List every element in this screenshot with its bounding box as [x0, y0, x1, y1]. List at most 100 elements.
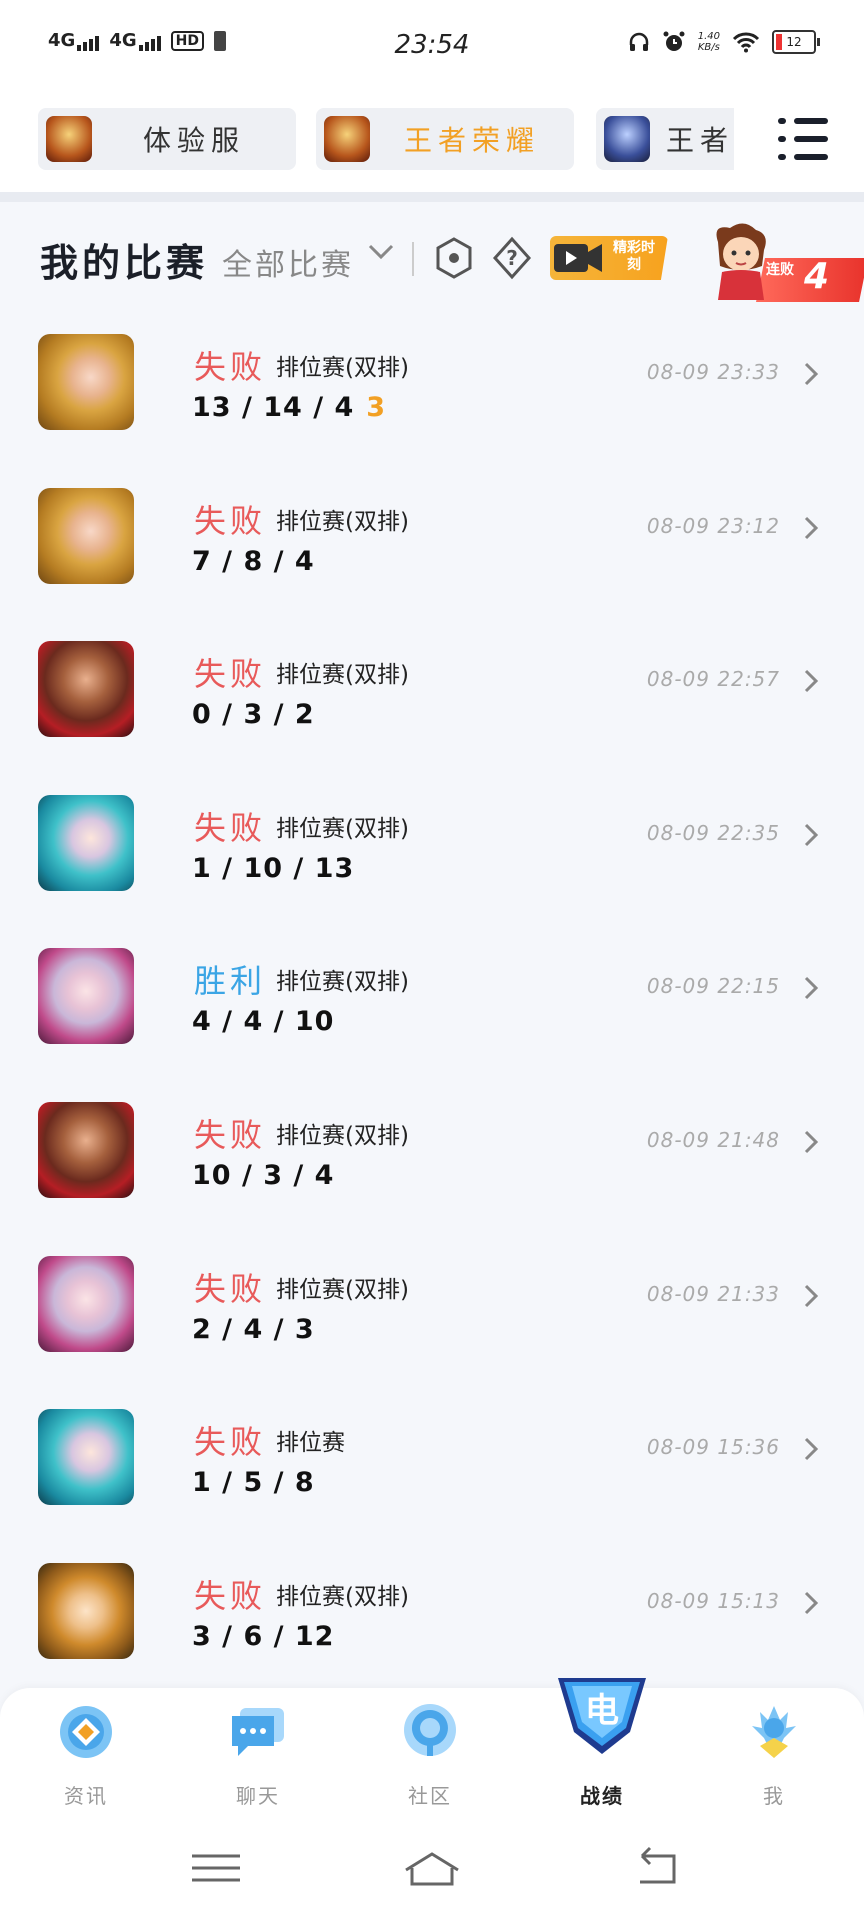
- match-mode: 排位赛(双排): [276, 662, 409, 689]
- net-speed-value: 1.40: [697, 31, 720, 42]
- match-row[interactable]: 失败 排位赛(双排) 3 / 6 / 12 08-09 15:13: [0, 1545, 864, 1699]
- kda: 10 / 3 / 4: [192, 1160, 334, 1191]
- menu-button[interactable]: [778, 118, 828, 162]
- match-result: 失败: [194, 1269, 267, 1308]
- hero-avatar: [38, 1101, 134, 1198]
- menu-nav-icon[interactable]: [176, 1846, 256, 1890]
- streak-label: 连败: [766, 262, 794, 278]
- match-result: 失败: [194, 1115, 267, 1154]
- mvp-count: 3: [366, 392, 387, 423]
- kda: 7 / 8 / 4: [192, 546, 315, 577]
- hero-avatar: [38, 794, 134, 891]
- kda: 1 / 10 / 13: [192, 853, 354, 884]
- tab-label: 我: [763, 1784, 785, 1808]
- match-mode: 排位赛(双排): [276, 508, 409, 535]
- chevron-right-icon: [804, 823, 819, 846]
- match-row[interactable]: 胜利 排位赛(双排) 4 / 4 / 10 08-09 22:15: [0, 930, 864, 1084]
- match-row[interactable]: 失败 排位赛(双排) 1 / 10 / 13 08-09 22:35: [0, 777, 864, 931]
- tab-chat[interactable]: 聊天: [172, 1688, 344, 1816]
- alarm-icon: [663, 31, 685, 51]
- section-divider: [0, 192, 864, 202]
- game-tab-label: 王者荣耀: [403, 124, 540, 157]
- match-time: 08-09 23:12: [646, 513, 780, 538]
- tab-label: 资讯: [64, 1784, 108, 1808]
- wifi-icon: [732, 32, 760, 53]
- community-icon: [404, 1704, 456, 1756]
- hero-avatar: [38, 641, 134, 738]
- hero-avatar: [38, 948, 134, 1045]
- match-mode: 排位赛(双排): [276, 815, 409, 842]
- match-time: 08-09 22:15: [646, 974, 780, 999]
- status-right: 1.40 KB/s 12: [628, 30, 820, 54]
- game-tab-trial-server[interactable]: 体验服: [38, 108, 296, 170]
- streak-count: 4: [804, 256, 830, 297]
- video-camera-icon: [554, 244, 602, 272]
- svg-text:?: ?: [506, 246, 518, 270]
- honor-of-kings-game-icon: [324, 116, 370, 162]
- home-nav-icon[interactable]: [392, 1846, 472, 1890]
- kda: 1 / 5 / 8: [192, 1467, 315, 1498]
- match-time: 08-09 21:33: [646, 1281, 780, 1306]
- match-time: 08-09 21:48: [646, 1127, 780, 1152]
- game-tab-label: 体验服: [142, 124, 245, 157]
- chevron-right-icon: [804, 1130, 819, 1154]
- match-time: 08-09 23:33: [646, 360, 780, 384]
- status-bar: 4G 4G HD 23:54 1.40 KB/s 12: [0, 0, 864, 96]
- back-nav-icon[interactable]: [618, 1846, 698, 1890]
- trial-server-game-icon: [46, 116, 92, 162]
- kda-value: 1 / 5 / 8: [192, 1467, 315, 1499]
- match-mode: 排位赛(双排): [276, 969, 409, 996]
- tab-news[interactable]: 资讯: [0, 1688, 172, 1816]
- header-separator: [412, 242, 414, 276]
- chevron-right-icon: [804, 362, 819, 386]
- profile-icon: [752, 1706, 796, 1758]
- match-time: 08-09 22:35: [646, 820, 780, 845]
- match-result: 失败: [194, 1423, 267, 1462]
- game-tab-honor-of-kings[interactable]: 王者荣耀: [316, 108, 574, 170]
- hero-avatar: [38, 1255, 134, 1352]
- highlight-moments-button[interactable]: 精彩时刻: [550, 236, 668, 280]
- match-mode: 排位赛(双排): [276, 1276, 409, 1303]
- chevron-right-icon: [804, 977, 819, 1000]
- kda: 2 / 4 / 3: [192, 1314, 315, 1345]
- chevron-right-icon: [804, 516, 819, 539]
- chevron-down-icon[interactable]: [366, 242, 396, 262]
- tab-profile[interactable]: 我: [688, 1688, 860, 1816]
- hero-avatar: [38, 487, 134, 584]
- chevron-right-icon: [804, 1591, 819, 1614]
- game-tab-third[interactable]: 王者: [596, 108, 734, 170]
- hexagon-settings-icon[interactable]: [434, 236, 474, 280]
- net-speed: 1.40 KB/s: [698, 31, 720, 53]
- record-icon: 电: [558, 1678, 646, 1754]
- bottom-tab-bar: 资讯 聊天 社区 电 战绩 我: [0, 1678, 864, 1816]
- net-speed-unit: KB/s: [697, 42, 720, 53]
- menu-icon: [778, 118, 786, 124]
- match-row[interactable]: 失败 排位赛(双排) 2 / 4 / 3 08-09 21:33: [0, 1238, 864, 1392]
- tab-label: 战绩: [580, 1784, 624, 1808]
- match-row[interactable]: 失败 排位赛(双排) 0 / 3 / 2 08-09 22:57: [0, 623, 864, 777]
- tab-community[interactable]: 社区: [344, 1688, 516, 1816]
- battery-icon: 12: [772, 30, 820, 54]
- match-time: 08-09 15:36: [646, 1435, 780, 1460]
- match-result: 胜利: [194, 962, 267, 1001]
- kda: 3 / 6 / 12: [192, 1621, 334, 1652]
- kda: 4 / 4 / 10: [192, 1006, 334, 1037]
- hero-avatar: [38, 334, 134, 430]
- game-tab-label: 王者: [666, 124, 734, 157]
- kda-value: 4 / 4 / 10: [192, 1006, 335, 1038]
- system-nav-bar: [0, 1816, 864, 1920]
- news-icon: [60, 1706, 112, 1758]
- match-row[interactable]: 失败 排位赛(双排) 10 / 3 / 4 08-09 21:48: [0, 1084, 864, 1238]
- match-row[interactable]: 失败 排位赛(双排) 13 / 14 / 4 3 08-09 23:33: [0, 316, 864, 470]
- kda-value: 7 / 8 / 4: [192, 545, 315, 577]
- match-filter-dropdown[interactable]: 全部比赛: [222, 240, 354, 284]
- match-row[interactable]: 失败 排位赛 1 / 5 / 8 08-09 15:36: [0, 1391, 864, 1545]
- matches-header: 我的比赛 全部比赛 ? 精彩时刻 连败 4: [40, 220, 864, 302]
- match-row[interactable]: 失败 排位赛(双排) 7 / 8 / 4 08-09 23:12: [0, 470, 864, 624]
- help-icon[interactable]: ?: [492, 236, 532, 280]
- tab-record[interactable]: 电 战绩: [516, 1678, 688, 1816]
- losing-streak-badge[interactable]: 连败 4: [696, 220, 864, 302]
- kda-value: 0 / 3 / 2: [192, 699, 315, 731]
- kda-value: 3 / 6 / 12: [192, 1620, 335, 1652]
- match-mode: 排位赛(双排): [276, 1583, 409, 1610]
